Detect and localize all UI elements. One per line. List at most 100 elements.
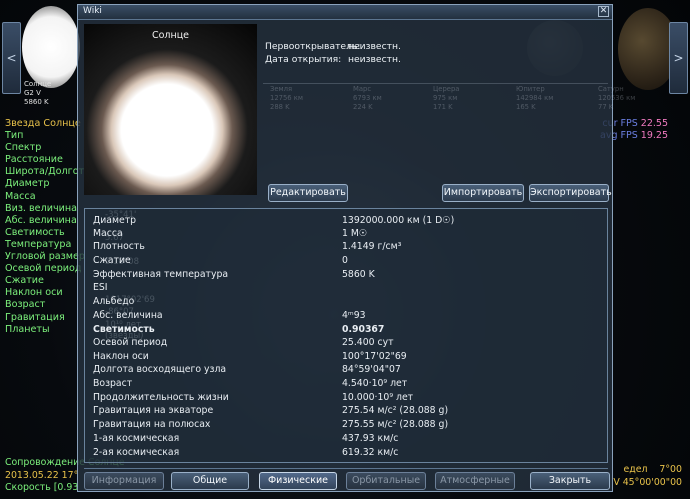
property-value: 619.32 км/с (342, 447, 399, 458)
property-value: 437.93 км/с (342, 433, 399, 444)
property-row: ESI (85, 282, 607, 294)
property-value: 25.400 сут (342, 337, 394, 348)
fps-cur-value: 22.55 (640, 118, 668, 129)
property-row: Осевой период 25.400 сут (85, 337, 607, 349)
ghost-planet-temp: 165 K (516, 102, 536, 111)
property-row: Гравитация на полюсах 275.55 м/с² (28.088… (85, 419, 607, 431)
ghost-planet-temp: 171 K (433, 102, 453, 111)
import-button[interactable]: Импортировать (442, 184, 524, 202)
property-key: Диаметр (93, 215, 137, 226)
ghost-planet: Юпитер 142984 км 165 K (516, 85, 553, 111)
property-value: 10.000·10⁹ лет (342, 392, 414, 403)
property-row: 1-ая космическая 437.93 км/с (85, 433, 607, 445)
tab-atmospheric[interactable]: Атмосферные (435, 472, 515, 490)
property-value: 4.540·10⁹ лет (342, 378, 408, 389)
property-key: Альбедо (93, 296, 135, 307)
ghost-planet-name: Юпитер (516, 85, 545, 93)
ghost-planet-temp: 288 K (270, 102, 290, 111)
property-value: 1392000.000 км (1 D☉) (342, 215, 455, 226)
tab-physical[interactable]: Физические (259, 472, 337, 490)
property-key: 2-ая космическая (93, 447, 180, 458)
discoverer-label: Первооткрыватель: (265, 41, 361, 52)
property-key: Долгота восходящего узла (93, 364, 227, 375)
tab-general[interactable]: Общие (171, 472, 249, 490)
object-name: Солнце (151, 30, 190, 41)
ghost-planet-size: 12756 км (270, 93, 304, 102)
export-button[interactable]: Экспортировать (529, 184, 612, 202)
close-icon[interactable]: ✕ (598, 6, 609, 17)
property-key: Гравитация на экваторе (93, 405, 214, 416)
property-row: Светимость 0.90367 (85, 324, 607, 336)
property-value: 84°59'04"07 (342, 364, 401, 375)
ghost-planet-temp: 224 K (353, 102, 373, 111)
discovery-date-label: Дата открытия: (265, 54, 342, 65)
property-row: Плотность 1.4149 г/см³ (85, 241, 607, 253)
property-value: 275.55 м/с² (28.088 g) (342, 419, 449, 430)
scroll-left-button[interactable]: < (2, 22, 21, 94)
property-value: 1.4149 г/см³ (342, 241, 402, 252)
time-status: 7°00 (659, 464, 682, 475)
sun-thumb-name: Солнце (24, 80, 52, 88)
tab-info[interactable]: Информация (84, 472, 164, 490)
sun-thumbnail-caption: Солнце G2 V 5860 K (24, 80, 51, 107)
property-key: 1-ая космическая (93, 433, 180, 444)
property-row: Гравитация на экваторе 275.54 м/с² (28.08… (85, 405, 607, 417)
tab-orbital[interactable]: Орбитальные (346, 472, 426, 490)
ghost-planet: Церера 975 км 171 K (433, 85, 459, 111)
property-value: 1 M☉ (342, 228, 368, 239)
window-title: Wiki (83, 6, 102, 16)
property-key: ESI (93, 282, 108, 293)
ghost-divider (263, 83, 608, 84)
property-row: Продолжительность жизни 10.000·10⁹ лет (85, 392, 607, 404)
property-key: Эффективная температура (93, 269, 229, 280)
chevron-right-icon: > (673, 51, 684, 65)
property-key: Гравитация на полюсах (93, 419, 211, 430)
property-key: Плотность (93, 241, 145, 252)
property-value: 100°17'02"69 (342, 351, 407, 362)
property-row: Абс. величина 4ᵐ93 (85, 310, 607, 322)
property-value: 4ᵐ93 (342, 310, 366, 321)
property-row: Долгота восходящего узла 84°59'04"07 (85, 364, 607, 376)
close-button[interactable]: Закрыть (530, 472, 610, 490)
object-preview-image: Солнце (84, 24, 257, 195)
fps-avg-value: 19.25 (640, 130, 668, 141)
ghost-planet: Земля 12756 км 288 K (270, 85, 303, 111)
property-row: Наклон оси 100°17'02"69 (85, 351, 607, 363)
ghost-planet-name: Марс (353, 85, 372, 93)
discovery-date-value: неизвестн. (348, 54, 401, 65)
ghost-planet-name: Сатурн (598, 85, 624, 93)
time-panel: едел 7°00 V 45°00'00"00 (613, 463, 682, 489)
property-row: Альбедо (85, 296, 607, 308)
property-value: 0.90367 (342, 324, 385, 335)
ghost-planet-size: 120536 км (598, 93, 636, 102)
week-status: едел (623, 464, 648, 475)
property-row: Возраст 4.540·10⁹ лет (85, 378, 607, 390)
coord-status: V 45°00'00"00 (613, 477, 682, 488)
tabs-divider (84, 468, 608, 469)
property-key: Наклон оси (93, 351, 149, 362)
sun-thumb-temp: 5860 K (24, 98, 49, 106)
property-key: Возраст (93, 378, 133, 389)
property-key: Продолжительность жизни (93, 392, 229, 403)
ghost-planet-size: 6793 км (353, 93, 382, 102)
property-key: Осевой период (93, 337, 168, 348)
wiki-window[interactable]: Wiki ✕ Солнце Первооткрыватель: неизвестн… (77, 4, 635, 492)
scroll-right-button[interactable]: > (669, 22, 688, 94)
property-value: 5860 K (342, 269, 375, 280)
edit-button[interactable]: Редактировать (268, 184, 348, 202)
property-key: Масса (93, 228, 123, 239)
property-value: 0 (342, 255, 348, 266)
chevron-left-icon: < (6, 51, 17, 65)
property-value: 275.54 м/с² (28.088 g) (342, 405, 449, 416)
ghost-planet-name: Земля (270, 85, 293, 93)
property-key: Сжатие (93, 255, 131, 266)
window-titlebar[interactable]: Wiki ✕ (78, 5, 612, 20)
sun-thumbnail-image[interactable] (22, 6, 80, 88)
ghost-planet: Сатурн 120536 км 77 K (598, 85, 635, 111)
property-row: Эффективная температура 5860 K (85, 269, 607, 281)
property-row: Диаметр 1392000.000 км (1 D☉) (85, 215, 607, 227)
property-row: 2-ая космическая 619.32 км/с (85, 447, 607, 459)
property-row: Сжатие 0 (85, 255, 607, 267)
discovery-info: Первооткрыватель: неизвестн. Дата открыти… (265, 40, 401, 66)
properties-table[interactable]: -35°41' 5.67 5.18°08 1017°02'69 -86°07 1… (84, 208, 608, 463)
